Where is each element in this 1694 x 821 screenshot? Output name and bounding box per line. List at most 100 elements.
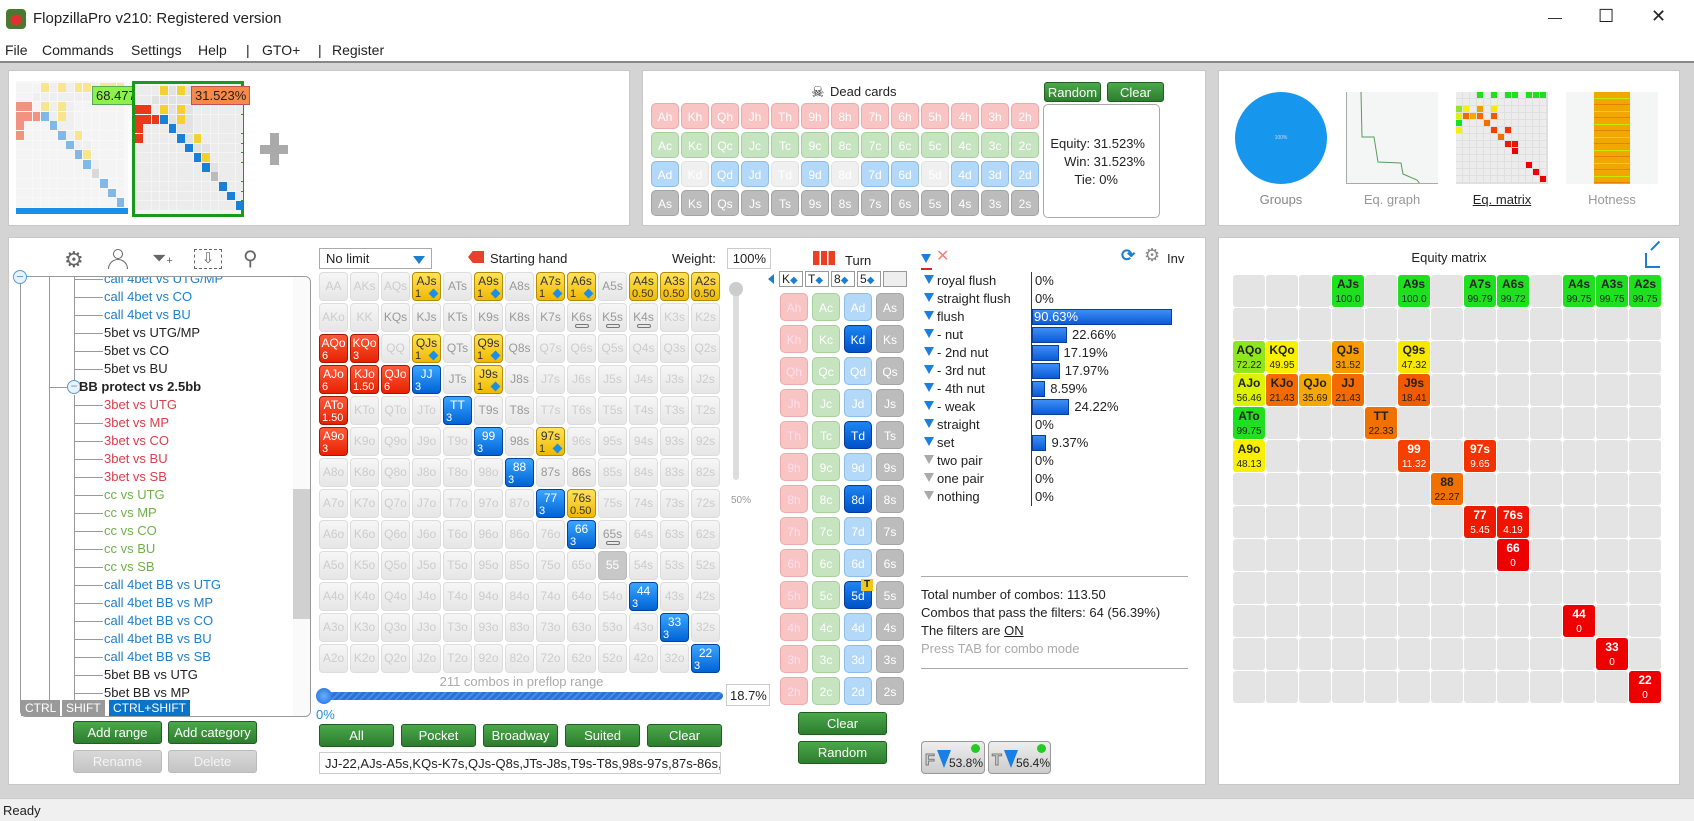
filter-row[interactable]: one pair [924, 470, 984, 488]
equity-cell[interactable]: JJ 21.43 [1332, 374, 1364, 406]
board-card-3s[interactable]: 3s [876, 645, 904, 673]
equity-cell[interactable]: Q9s 47.32 [1398, 341, 1430, 373]
hand-cell[interactable]: K9s [474, 303, 503, 332]
tree-item[interactable]: cc vs CO [104, 522, 157, 540]
tree-scrollbar[interactable] [293, 277, 310, 716]
hand-cell[interactable]: A4s 0.50 [629, 272, 658, 301]
menu-register[interactable]: Register [332, 42, 384, 58]
hand-cell[interactable]: 85s [598, 458, 627, 487]
equity-cell[interactable]: A9o 48.13 [1233, 440, 1265, 472]
hand-cell[interactable]: K4o [350, 582, 379, 611]
hand-cell[interactable]: Q8s [505, 334, 534, 363]
hand-cell[interactable]: J6s [567, 365, 596, 394]
hand-cell[interactable]: 95o [474, 551, 503, 580]
board-card-7d[interactable]: 7d [844, 517, 872, 545]
dead-card-2c[interactable]: 2c [1011, 132, 1039, 158]
hand-cell[interactable]: Q6o [381, 520, 410, 549]
hand-cell[interactable]: 82o [505, 644, 534, 673]
hand-cell[interactable]: 64o [567, 582, 596, 611]
equity-cell[interactable]: ATo 99.75 [1233, 407, 1265, 439]
hand-cell[interactable]: J7s [536, 365, 565, 394]
hand-cell[interactable]: 66 3 [567, 520, 596, 549]
hand-cell[interactable]: K7s [536, 303, 565, 332]
hand-cell[interactable]: 76s 0.50 [567, 489, 596, 518]
equity-cell[interactable]: KJo 21.43 [1266, 374, 1298, 406]
dead-card-4h[interactable]: 4h [951, 103, 979, 129]
dead-card-Th[interactable]: Th [771, 103, 799, 129]
hand-cell[interactable]: KTs [443, 303, 472, 332]
hand-cell[interactable]: A9s 1 [474, 272, 503, 301]
board-card-Jc[interactable]: Jc [812, 389, 840, 417]
hand-cell[interactable]: 93s [660, 427, 689, 456]
hand-cell[interactable]: Q5s [598, 334, 627, 363]
hand-cell[interactable]: Q5o [381, 551, 410, 580]
dead-card-6c[interactable]: 6c [891, 132, 919, 158]
hand-cell[interactable]: K9o [350, 427, 379, 456]
board-card-2s[interactable]: 2s [876, 677, 904, 705]
dead-card-Qs[interactable]: Qs [711, 190, 739, 216]
hand-cell[interactable]: 82s [691, 458, 720, 487]
hand-cell[interactable]: A2s 0.50 [691, 272, 720, 301]
hand-cell[interactable]: 76o [536, 520, 565, 549]
hand-cell[interactable]: 98s [505, 427, 534, 456]
equity-cell[interactable]: 33 0 [1596, 638, 1628, 670]
filter-add-icon[interactable]: ⏷+ [152, 248, 173, 269]
dead-card-Ts[interactable]: Ts [771, 190, 799, 216]
filter-icon[interactable] [924, 275, 934, 284]
board-card-2h[interactable]: 2h [780, 677, 808, 705]
board-card-slot[interactable]: K◆ [779, 271, 803, 287]
collapse-root-icon[interactable]: − [13, 270, 27, 284]
hand-cell[interactable]: 94o [474, 582, 503, 611]
hand-cell[interactable]: ATo 1.50 [319, 396, 348, 425]
tree-item[interactable]: call 4bet BB vs BU [104, 630, 212, 648]
hand-cell[interactable]: A8s [505, 272, 534, 301]
menu-commands[interactable]: Commands [42, 42, 114, 58]
dead-card-7c[interactable]: 7c [861, 132, 889, 158]
hand-cell[interactable]: J6o [412, 520, 441, 549]
tree-item[interactable]: call 4bet vs UTG/MP [104, 277, 223, 288]
filter-row[interactable]: - 3rd nut [924, 362, 985, 380]
hand-cell[interactable]: Q8o [381, 458, 410, 487]
dead-card-Qc[interactable]: Qc [711, 132, 739, 158]
hand-cell[interactable]: 86o [505, 520, 534, 549]
board-card-4h[interactable]: 4h [780, 613, 808, 641]
hand-cell[interactable]: 77 3 [536, 489, 565, 518]
hand-cell[interactable]: Q4o [381, 582, 410, 611]
dead-card-6d[interactable]: 6d [891, 161, 919, 187]
board-card-As[interactable]: As [876, 293, 904, 321]
eq-matrix-view[interactable]: Eq. matrix [1456, 92, 1548, 212]
board-card-3h[interactable]: 3h [780, 645, 808, 673]
hand-cell[interactable]: 32o [660, 644, 689, 673]
add-range-button[interactable]: Add range [73, 721, 162, 744]
tree-item[interactable]: 3bet vs SB [104, 468, 167, 486]
hand-cell[interactable]: 44 3 [629, 582, 658, 611]
hand-cell[interactable]: 75o [536, 551, 565, 580]
hand-cell[interactable]: 62o [567, 644, 596, 673]
filter-icon[interactable] [924, 383, 934, 392]
filter-icon[interactable] [924, 491, 934, 500]
filter-row[interactable]: - 2nd nut [924, 344, 988, 362]
hand-cell[interactable]: K7o [350, 489, 379, 518]
tree-item[interactable]: call 4bet BB vs CO [104, 612, 213, 630]
hand-cell[interactable]: T6s [567, 396, 596, 425]
hand-cell[interactable]: 84o [505, 582, 534, 611]
equity-cell[interactable]: A6s 99.72 [1497, 275, 1529, 307]
board-card-Jd[interactable]: Jd [844, 389, 872, 417]
equity-cell[interactable]: A4s 99.75 [1563, 275, 1595, 307]
hand-cell[interactable]: Q6s [567, 334, 596, 363]
dead-card-4c[interactable]: 4c [951, 132, 979, 158]
hand-cell[interactable]: T8o [443, 458, 472, 487]
hand-cell[interactable]: 65o [567, 551, 596, 580]
board-card-7h[interactable]: 7h [780, 517, 808, 545]
tree-item[interactable]: cc vs BU [104, 540, 155, 558]
board-card-7s[interactable]: 7s [876, 517, 904, 545]
board-card-slot[interactable]: T◆ [805, 271, 829, 287]
board-card-8h[interactable]: 8h [780, 485, 808, 513]
hand-cell[interactable]: 88 3 [505, 458, 534, 487]
hand-cell[interactable]: 64s [629, 520, 658, 549]
weight-input[interactable]: 100% [727, 248, 771, 269]
filter-settings-icon[interactable]: ⚙ [1144, 245, 1160, 266]
hand-cell[interactable]: Q2o [381, 644, 410, 673]
refresh-icon[interactable]: ⟳ [1121, 246, 1135, 266]
hand-cell[interactable]: K5s [598, 303, 627, 332]
